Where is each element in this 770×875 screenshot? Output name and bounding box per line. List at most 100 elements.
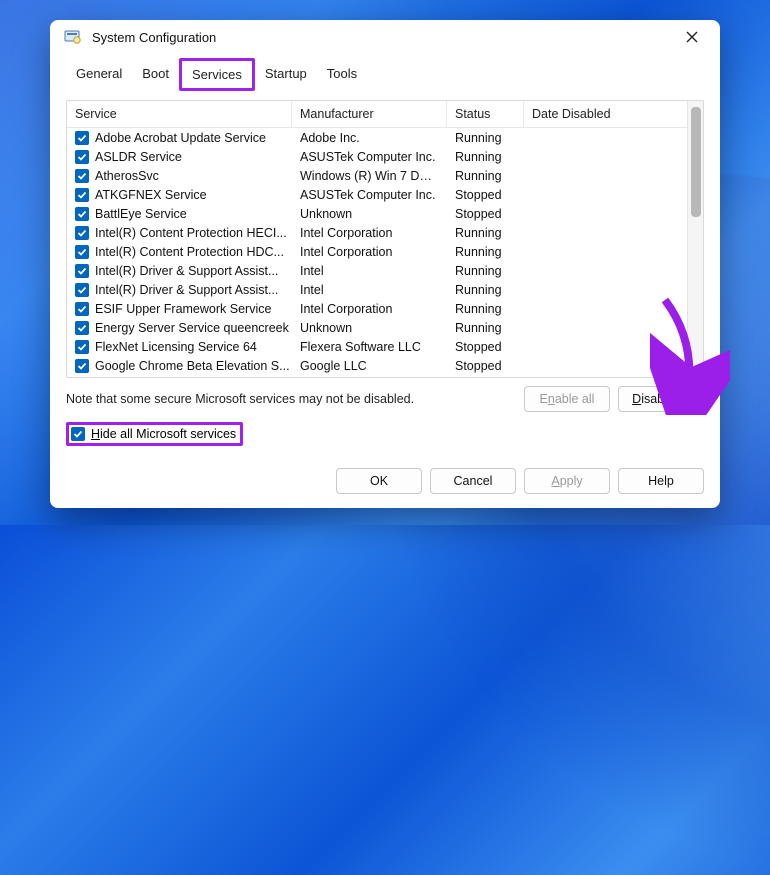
services-listview: Service Manufacturer Status Date Disable… xyxy=(66,100,704,378)
help-button[interactable]: Help xyxy=(618,468,704,494)
col-service[interactable]: Service xyxy=(67,101,292,127)
service-date-disabled xyxy=(524,147,664,166)
service-checkbox[interactable] xyxy=(75,131,89,145)
apply-button[interactable]: Apply xyxy=(524,468,610,494)
service-checkbox[interactable] xyxy=(75,207,89,221)
service-status: Running xyxy=(447,299,524,318)
service-name: Energy Server Service queencreek xyxy=(95,321,289,335)
close-button[interactable] xyxy=(678,23,706,51)
service-date-disabled xyxy=(524,280,664,299)
service-manufacturer: Unknown xyxy=(292,204,447,223)
titlebar: System Configuration xyxy=(50,20,720,54)
service-date-disabled xyxy=(524,261,664,280)
col-date-disabled[interactable]: Date Disabled xyxy=(524,101,664,127)
service-manufacturer: Unknown xyxy=(292,318,447,337)
enable-all-button[interactable]: Enable all xyxy=(524,386,610,412)
msconfig-icon xyxy=(64,28,82,46)
service-status: Stopped xyxy=(447,185,524,204)
tab-services[interactable]: Services xyxy=(179,58,255,91)
checkbox-icon xyxy=(71,427,85,441)
vertical-scrollbar[interactable] xyxy=(687,101,703,377)
service-status: Stopped xyxy=(447,356,524,375)
service-checkbox[interactable] xyxy=(75,302,89,316)
disable-all-button[interactable]: Disable all xyxy=(618,386,704,412)
service-date-disabled xyxy=(524,166,664,185)
table-row[interactable]: ESIF Upper Framework Service Intel Corpor… xyxy=(67,299,687,318)
ok-button[interactable]: OK xyxy=(336,468,422,494)
service-status: Running xyxy=(447,242,524,261)
table-row[interactable]: Energy Server Service queencreekUnknownR… xyxy=(67,318,687,337)
service-manufacturer: ASUSTek Computer Inc. xyxy=(292,147,447,166)
dialog-footer: OK Cancel Apply Help xyxy=(50,456,720,508)
service-manufacturer: Google LLC xyxy=(292,356,447,375)
service-manufacturer: Windows (R) Win 7 DDK p... xyxy=(292,166,447,185)
service-date-disabled xyxy=(524,204,664,223)
table-row[interactable]: Intel(R) Content Protection HECI...Intel… xyxy=(67,223,687,242)
service-status: Running xyxy=(447,128,524,147)
service-date-disabled xyxy=(524,299,664,318)
service-manufacturer: Intel Corporation xyxy=(292,299,447,318)
service-manufacturer: Intel Corporation xyxy=(292,223,447,242)
tab-startup[interactable]: Startup xyxy=(255,58,317,91)
service-checkbox[interactable] xyxy=(75,150,89,164)
table-row[interactable]: Intel(R) Driver & Support Assist...Intel… xyxy=(67,261,687,280)
service-checkbox[interactable] xyxy=(75,188,89,202)
service-name: ASLDR Service xyxy=(95,150,182,164)
table-row[interactable]: Google Chrome Beta Elevation S...Google … xyxy=(67,356,687,375)
tab-content: Service Manufacturer Status Date Disable… xyxy=(50,92,720,456)
service-date-disabled xyxy=(524,242,664,261)
tab-boot[interactable]: Boot xyxy=(132,58,179,91)
hide-microsoft-services-checkbox[interactable]: Hide all Microsoft services xyxy=(66,422,243,446)
service-name: Adobe Acrobat Update Service xyxy=(95,131,266,145)
table-row[interactable]: Intel(R) Driver & Support Assist...Intel… xyxy=(67,280,687,299)
table-row[interactable]: FlexNet Licensing Service 64 Flexera Soft… xyxy=(67,337,687,356)
service-name: Intel(R) Driver & Support Assist... xyxy=(95,264,278,278)
service-manufacturer: Adobe Inc. xyxy=(292,128,447,147)
service-date-disabled xyxy=(524,337,664,356)
service-status: Running xyxy=(447,318,524,337)
service-checkbox[interactable] xyxy=(75,321,89,335)
service-checkbox[interactable] xyxy=(75,283,89,297)
services-rows: Adobe Acrobat Update ServiceAdobe Inc.Ru… xyxy=(67,128,687,375)
service-manufacturer: Flexera Software LLC xyxy=(292,337,447,356)
service-checkbox[interactable] xyxy=(75,264,89,278)
service-status: Running xyxy=(447,147,524,166)
service-checkbox[interactable] xyxy=(75,169,89,183)
table-row[interactable]: BattlEye Service UnknownStopped xyxy=(67,204,687,223)
service-name: Intel(R) Content Protection HDC... xyxy=(95,245,284,259)
service-date-disabled xyxy=(524,356,664,375)
service-date-disabled xyxy=(524,185,664,204)
service-name: BattlEye Service xyxy=(95,207,187,221)
cancel-button[interactable]: Cancel xyxy=(430,468,516,494)
scrollbar-thumb[interactable] xyxy=(691,107,701,217)
service-status: Running xyxy=(447,261,524,280)
col-manufacturer[interactable]: Manufacturer xyxy=(292,101,447,127)
table-row[interactable]: ASLDR Service ASUSTek Computer Inc.Runnin… xyxy=(67,147,687,166)
service-manufacturer: Intel xyxy=(292,280,447,299)
service-status: Running xyxy=(447,166,524,185)
service-manufacturer: ASUSTek Computer Inc. xyxy=(292,185,447,204)
service-checkbox[interactable] xyxy=(75,359,89,373)
service-checkbox[interactable] xyxy=(75,340,89,354)
tab-general[interactable]: General xyxy=(66,58,132,91)
window-title: System Configuration xyxy=(92,30,216,45)
tab-strip: General Boot Services Startup Tools xyxy=(50,58,720,92)
note-row: Note that some secure Microsoft services… xyxy=(66,386,704,412)
service-manufacturer: Intel Corporation xyxy=(292,242,447,261)
service-date-disabled xyxy=(524,128,664,147)
service-date-disabled xyxy=(524,223,664,242)
service-checkbox[interactable] xyxy=(75,245,89,259)
hide-microsoft-services-label: Hide all Microsoft services xyxy=(91,427,236,441)
service-checkbox[interactable] xyxy=(75,226,89,240)
service-status: Stopped xyxy=(447,204,524,223)
col-status[interactable]: Status xyxy=(447,101,524,127)
service-name: FlexNet Licensing Service 64 xyxy=(95,340,257,354)
secure-services-note: Note that some secure Microsoft services… xyxy=(66,392,414,406)
service-name: ESIF Upper Framework Service xyxy=(95,302,271,316)
tab-tools[interactable]: Tools xyxy=(317,58,367,91)
service-date-disabled xyxy=(524,318,664,337)
table-row[interactable]: Intel(R) Content Protection HDC... Intel … xyxy=(67,242,687,261)
table-row[interactable]: AtherosSvcWindows (R) Win 7 DDK p...Runn… xyxy=(67,166,687,185)
table-row[interactable]: ATKGFNEX ServiceASUSTek Computer Inc.Sto… xyxy=(67,185,687,204)
table-row[interactable]: Adobe Acrobat Update Service Adobe Inc.Ru… xyxy=(67,128,687,147)
